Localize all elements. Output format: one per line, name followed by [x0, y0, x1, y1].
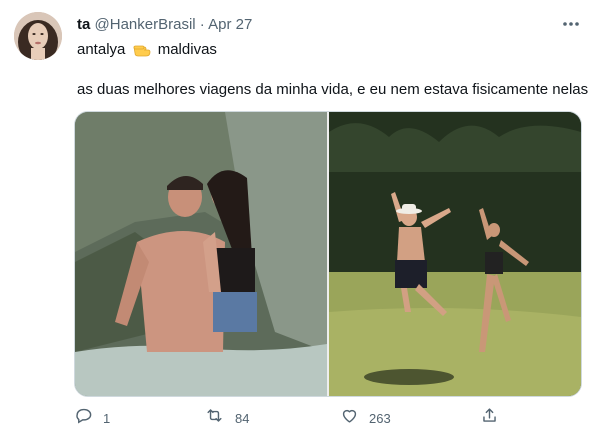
reply-icon	[74, 406, 93, 430]
tweet[interactable]: ta @HankerBrasil · Apr 27 antalya maldiv…	[0, 0, 595, 436]
tweet-header: ta @HankerBrasil · Apr 27	[77, 15, 252, 34]
pointing-hand-emoji-icon	[133, 41, 151, 62]
heart-icon	[340, 406, 359, 430]
share-icon	[480, 406, 499, 430]
retweet-count: 84	[235, 410, 250, 426]
tweet-text-maldivas: maldivas	[157, 41, 217, 58]
avatar[interactable]	[14, 12, 62, 60]
retweet-icon	[204, 406, 225, 430]
reply-button[interactable]: 1	[74, 406, 110, 430]
user-handle[interactable]: @HankerBrasil	[95, 16, 196, 33]
tweet-date[interactable]: Apr 27	[208, 16, 252, 33]
photo-couple-jumping[interactable]	[329, 112, 581, 396]
action-bar: 1 84 263	[74, 406, 504, 428]
photo-couple-waterfall[interactable]	[75, 112, 327, 396]
more-dots-icon[interactable]	[560, 13, 582, 35]
media-grid[interactable]	[74, 111, 582, 397]
tweet-text-line2: as duas melhores viagens da minha vida, …	[77, 81, 589, 98]
like-button[interactable]: 263	[340, 406, 391, 430]
retweet-button[interactable]: 84	[204, 406, 249, 430]
tweet-text-antalya: antalya	[77, 41, 126, 58]
reply-count: 1	[103, 410, 111, 426]
like-count: 263	[369, 410, 391, 426]
separator-dot: ·	[199, 16, 205, 33]
tweet-text-line1: antalya maldivas	[77, 40, 217, 62]
share-button[interactable]	[480, 406, 499, 430]
display-name[interactable]: ta	[77, 16, 90, 33]
